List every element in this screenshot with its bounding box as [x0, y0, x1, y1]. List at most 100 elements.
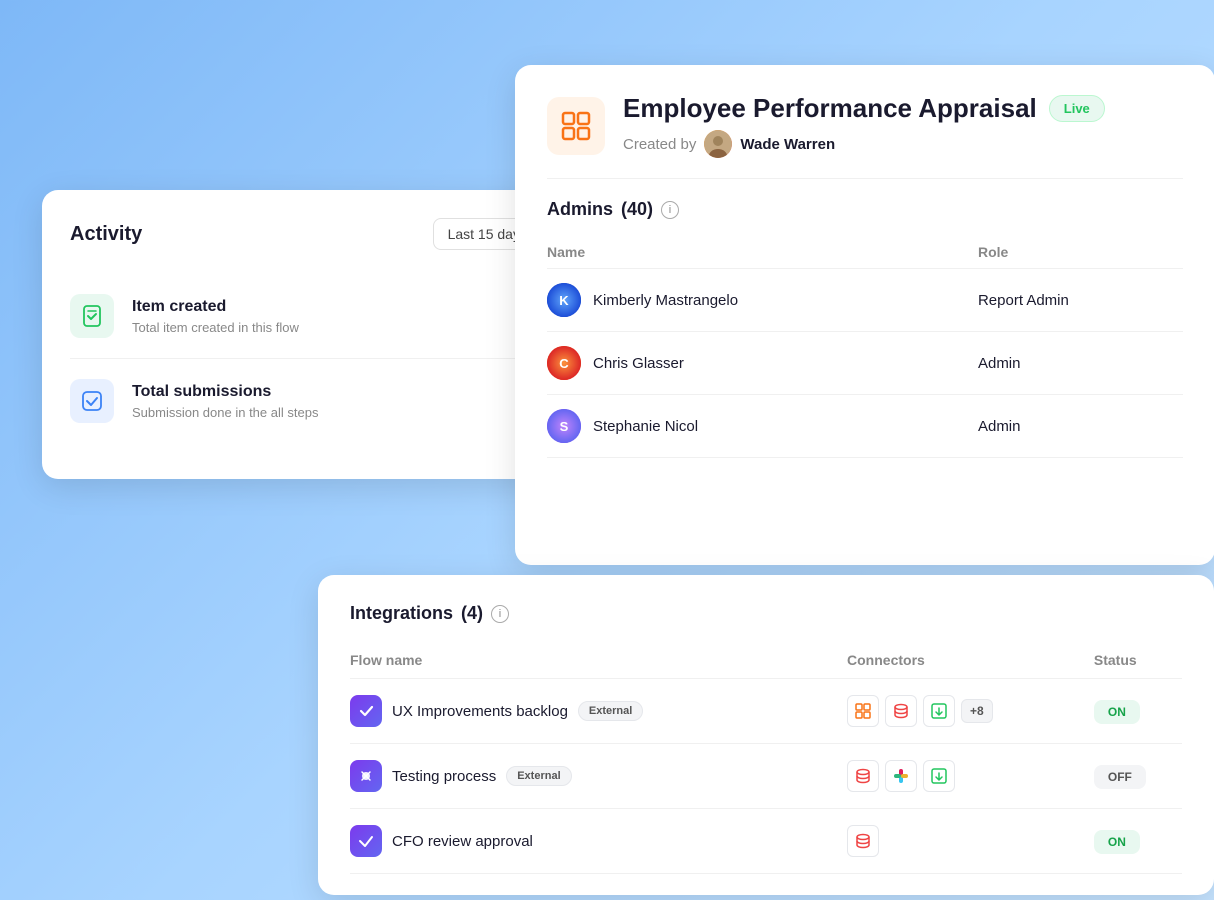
connector-export-icon: [923, 760, 955, 792]
connector-slack-icon: [885, 760, 917, 792]
perf-title: Employee Performance Appraisal: [623, 93, 1037, 124]
tag-external: External: [506, 766, 571, 786]
integrations-table: Flow name Connectors Status UX Improveme…: [350, 644, 1182, 874]
flow-icon-cfo: [350, 825, 382, 857]
admin-name-cell: K Kimberly Mastrangelo: [547, 283, 978, 317]
admins-count: (40): [621, 199, 653, 220]
admins-table: Name Role K: [547, 236, 1183, 458]
perf-title-group: Employee Performance Appraisal Live Crea…: [623, 93, 1183, 158]
item-created-text: Item created Total item created in this …: [132, 298, 500, 335]
admins-header: Admins (40) i: [547, 199, 1183, 220]
table-row: Testing process External: [350, 744, 1182, 809]
slack-icon: [892, 767, 910, 785]
table-row: S Stephanie Nicol Admin: [547, 395, 1183, 458]
flow-name-cell: CFO review approval: [350, 825, 847, 857]
database-icon: [892, 702, 910, 720]
admin-name: Stephanie Nicol: [593, 418, 698, 435]
integrations-col-flow: Flow name: [350, 644, 847, 679]
creator-name: Wade Warren: [740, 136, 835, 153]
activity-item-created: Item created Total item created in this …: [70, 274, 554, 359]
database-icon: [854, 832, 872, 850]
export-icon: [930, 767, 948, 785]
admin-name: Kimberly Mastrangelo: [593, 292, 738, 309]
grid-icon: [854, 702, 872, 720]
activity-card: Activity Last 15 days ▾ Item created Tot…: [42, 190, 582, 479]
tag-external: External: [578, 701, 643, 721]
flow-name: Testing process: [392, 768, 496, 785]
integrations-col-status: Status: [1094, 644, 1182, 679]
submissions-desc: Submission done in the all steps: [132, 405, 500, 420]
avatar-image: S: [547, 409, 581, 443]
svg-text:S: S: [560, 419, 569, 434]
flow-icon-svg: [356, 701, 376, 721]
integrations-card: Integrations (4) i Flow name Connectors …: [318, 575, 1214, 895]
flow-icon-svg: [356, 766, 376, 786]
database-icon: [854, 767, 872, 785]
admin-avatar-stephanie: S: [547, 409, 581, 443]
status-badge-on: ON: [1094, 700, 1140, 724]
submissions-label: Total submissions: [132, 383, 500, 401]
admin-role: Report Admin: [978, 269, 1183, 332]
admins-title: Admins: [547, 199, 613, 220]
perf-header: Employee Performance Appraisal Live Crea…: [547, 93, 1183, 158]
creator-avatar-image: [704, 130, 732, 158]
document-check-icon: [80, 304, 104, 328]
status-badge-on: ON: [1094, 830, 1140, 854]
flow-name: CFO review approval: [392, 833, 533, 850]
created-by-label: Created by: [623, 136, 696, 153]
table-row: CFO review approval: [350, 809, 1182, 874]
activity-header: Activity Last 15 days ▾: [70, 218, 554, 250]
table-row: C Chris Glasser Admin: [547, 332, 1183, 395]
integrations-header: Integrations (4) i: [350, 603, 1182, 624]
integrations-info-icon[interactable]: i: [491, 605, 509, 623]
admins-info-icon[interactable]: i: [661, 201, 679, 219]
admin-avatar-kimberly: K: [547, 283, 581, 317]
flow-icon-testing: [350, 760, 382, 792]
admins-section: Admins (40) i Name Role: [547, 178, 1183, 458]
checkbox-check-icon: [80, 389, 104, 413]
flow-name-cell: Testing process External: [350, 760, 847, 792]
activity-item-submissions: Total submissions Submission done in the…: [70, 359, 554, 443]
submissions-text: Total submissions Submission done in the…: [132, 383, 500, 420]
admin-name: Chris Glasser: [593, 355, 684, 372]
submissions-icon-box: [70, 379, 114, 423]
perf-icon-box: [547, 97, 605, 155]
admin-role: Admin: [978, 395, 1183, 458]
connectors-plus: +8: [961, 699, 993, 723]
item-created-label: Item created: [132, 298, 500, 316]
status-badge-off: OFF: [1094, 765, 1146, 789]
admins-col-name: Name: [547, 236, 978, 269]
admin-avatar-chris: C: [547, 346, 581, 380]
table-row: UX Improvements backlog External: [350, 679, 1182, 744]
admin-name-cell: C Chris Glasser: [547, 346, 978, 380]
svg-text:C: C: [559, 356, 569, 371]
flow-name-cell: UX Improvements backlog External: [350, 695, 847, 727]
flow-name: UX Improvements backlog: [392, 703, 568, 720]
connector-export-icon: [923, 695, 955, 727]
integrations-title: Integrations: [350, 603, 453, 624]
connectors-cell: +8: [847, 695, 1094, 727]
export-icon: [930, 702, 948, 720]
flow-icon-svg: [356, 831, 376, 851]
connector-database-icon: [847, 760, 879, 792]
connectors-cell: [847, 760, 1094, 792]
live-badge: Live: [1049, 95, 1105, 122]
integrations-col-connectors: Connectors: [847, 644, 1094, 679]
admins-col-role: Role: [978, 236, 1183, 269]
admin-role: Admin: [978, 332, 1183, 395]
connector-grid-icon: [847, 695, 879, 727]
creator-avatar: [704, 130, 732, 158]
admin-name-cell: S Stephanie Nicol: [547, 409, 978, 443]
connectors-cell: [847, 825, 1094, 857]
avatar-image: C: [547, 346, 581, 380]
table-row: K Kimberly Mastrangelo Report Admin: [547, 269, 1183, 332]
item-created-icon-box: [70, 294, 114, 338]
connector-database-icon: [847, 825, 879, 857]
avatar-image: K: [547, 283, 581, 317]
svg-text:K: K: [559, 293, 569, 308]
created-by: Created by Wade Warren: [623, 130, 1183, 158]
flow-icon-ux: [350, 695, 382, 727]
grid-orange-icon: [558, 108, 594, 144]
connector-database-icon: [885, 695, 917, 727]
performance-card: Employee Performance Appraisal Live Crea…: [515, 65, 1214, 565]
